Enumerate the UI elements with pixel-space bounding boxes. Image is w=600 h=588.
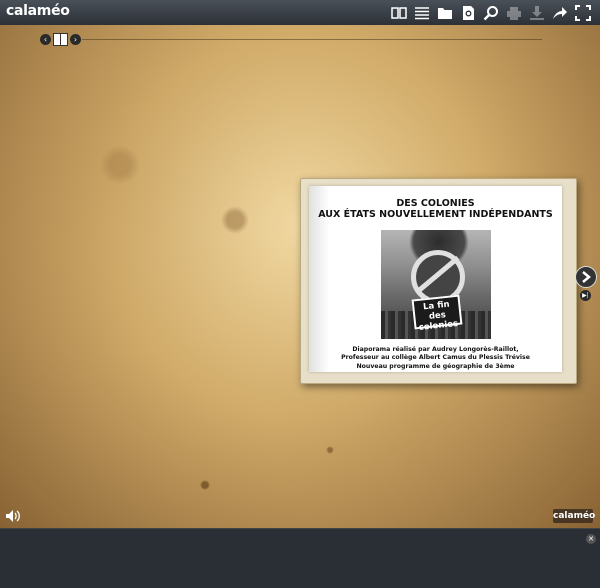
document-title: DES COLONIES AUX ÉTATS NOUVELLEMENT INDÉ… [309,198,562,220]
share-icon[interactable] [548,3,571,22]
calameo-watermark[interactable]: calaméo [553,509,595,523]
title-line-1: DES COLONIES [396,198,475,209]
bottom-panel: ✕ [0,528,600,588]
credit-line-2: Professeur au collège Albert Camus du Pl… [341,354,530,362]
reader-stage: ‹ › DES COLONIES AUX ÉTATS NOUVELLEMENT … [0,25,600,528]
zoom-icon[interactable] [479,3,502,22]
close-icon[interactable]: ✕ [586,534,596,544]
prev-page-icon[interactable]: ‹ [40,34,51,45]
fullscreen-icon[interactable] [571,3,594,22]
page-slider-track[interactable] [82,39,542,40]
top-toolbar: calaméo [0,0,600,26]
print-icon[interactable] [502,3,525,22]
calameo-logo[interactable]: calaméo [6,3,70,19]
document-book[interactable]: DES COLONIES AUX ÉTATS NOUVELLEMENT INDÉ… [300,178,577,384]
sound-icon[interactable] [5,509,21,523]
book-thumbnail-icon[interactable] [53,33,68,46]
title-line-2: AUX ÉTATS NOUVELLEMENT INDÉPENDANTS [318,209,553,220]
cover-page: DES COLONIES AUX ÉTATS NOUVELLEMENT INDÉ… [309,186,562,372]
folder-icon[interactable] [433,3,456,22]
page-navigator: ‹ › [40,33,81,46]
photo-caption: La fin des colonies [411,294,463,333]
toolbar-icons [387,3,594,22]
book-view-icon[interactable] [387,3,410,22]
last-page-icon[interactable]: ▶| [580,290,591,301]
cover-photo: La fin des colonies [381,230,491,339]
list-view-icon[interactable] [410,3,433,22]
search-doc-icon[interactable] [456,3,479,22]
download-icon[interactable] [525,3,548,22]
next-page-button[interactable] [575,266,597,288]
next-page-small-icon[interactable]: › [70,34,81,45]
credit-text: Diaporama réalisé par Audrey Longorès-Ra… [309,346,562,371]
credit-line-3: Nouveau programme de géographie de 3ème [356,362,515,370]
